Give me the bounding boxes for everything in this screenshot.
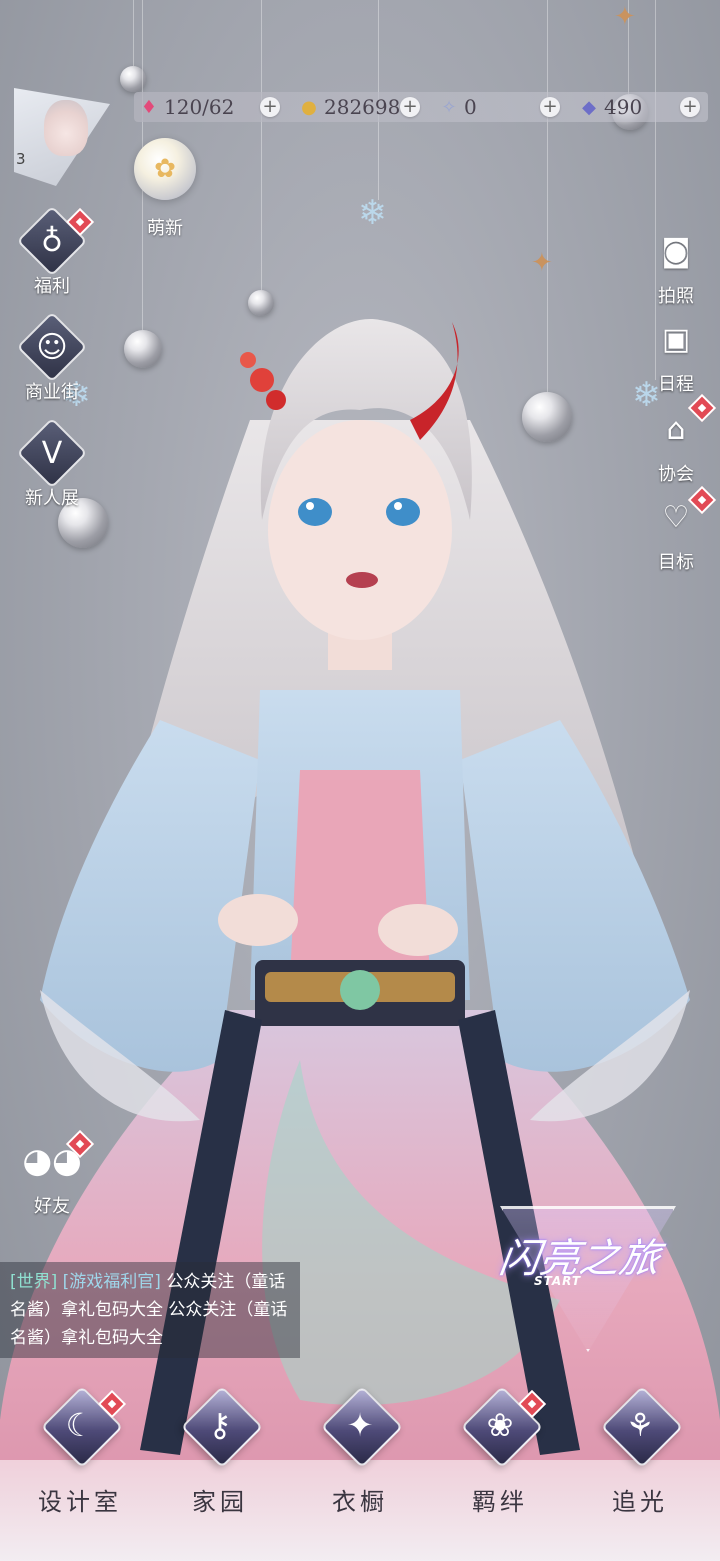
sidebar-item-label: 商业街 (25, 382, 79, 403)
sidebar-item-mubiao[interactable]: ♡ 目标 (636, 485, 717, 574)
sidebar-item-paizhao[interactable]: ◙ 拍照 (636, 222, 716, 308)
shopping-bag-icon: ☺ (23, 318, 81, 376)
nav-item-yichu[interactable]: ✦ 衣橱 (300, 1388, 420, 1517)
chat-channel: [世界] (10, 1272, 58, 1292)
gold-resource: ● 282698 (298, 92, 400, 122)
stamina-value: 120/62 (164, 95, 235, 119)
crystal-value: 0 (464, 95, 477, 119)
stamina-resource: ♦ 120/62 (138, 92, 234, 122)
butterfly-orb-icon: ✿ (134, 138, 196, 200)
add-stamina-button[interactable]: + (260, 97, 280, 117)
sidebar-item-richeng[interactable]: ▣ 日程 (636, 310, 716, 396)
add-crystal-button[interactable]: + (540, 97, 560, 117)
calendar-icon: ▣ (661, 321, 691, 357)
friends-label: 好友 (34, 1196, 70, 1217)
player-level: 3 (16, 150, 26, 168)
player-avatar[interactable]: 3 (10, 86, 110, 186)
newbie-label: 萌新 (147, 218, 183, 239)
gold-coin-icon: ● (301, 96, 317, 118)
sidebar-item-fuli[interactable]: ♁ 福利 (12, 207, 95, 298)
friends-button[interactable]: ◕◕ 好友 (12, 1129, 95, 1218)
sidebar-item-label: 协会 (658, 464, 694, 485)
key-icon: ⚷ (183, 1388, 257, 1462)
nav-item-jiayuan[interactable]: ⚷ 家园 (160, 1388, 280, 1517)
nav-item-label: 羁绊 (472, 1488, 528, 1516)
heart-gem-icon: ♦ (140, 96, 158, 118)
shining-journey-button[interactable]: 闪亮之旅 START (490, 1198, 680, 1352)
butterfly-icon: ⚘ (603, 1388, 677, 1462)
sidebar-item-label: 拍照 (658, 286, 694, 307)
nav-item-label: 追光 (612, 1488, 668, 1516)
nav-item-jiban[interactable]: ❀ 羁绊 (440, 1388, 560, 1517)
chat-sender: [游戏福利官] (62, 1272, 161, 1292)
resource-bar: ♦ 120/62 + ● 282698 + ✧ 0 + ◆ 490 + (134, 92, 708, 122)
nav-item-label: 设计室 (38, 1488, 122, 1516)
nav-item-label: 家园 (192, 1488, 248, 1516)
gem-wardrobe-icon: ✦ (323, 1388, 397, 1462)
sidebar-item-label: 目标 (658, 552, 694, 573)
nav-item-shejishi[interactable]: ☾ 设计室 (20, 1388, 140, 1517)
avatar-portrait (44, 100, 88, 156)
sidebar-item-label: 新人展 (25, 488, 79, 509)
diamond-value: 490 (604, 95, 643, 119)
gold-value: 282698 (324, 95, 401, 119)
trophy-v-icon: V (23, 424, 81, 482)
sidebar-item-shangyejie[interactable]: ☺ 商业街 (12, 318, 92, 404)
nav-item-zhuiguang[interactable]: ⚘ 追光 (580, 1388, 700, 1517)
crystal-resource: ✧ 0 (438, 92, 477, 122)
diamond-icon: ◆ (582, 96, 596, 118)
nav-item-label: 衣橱 (332, 1488, 388, 1516)
sidebar-item-label: 日程 (658, 374, 694, 395)
sidebar-item-xiehui[interactable]: ⌂ 协会 (636, 393, 717, 486)
camera-icon: ◙ (661, 233, 691, 269)
sidebar-item-label: 福利 (34, 276, 70, 297)
add-gold-button[interactable]: + (400, 97, 420, 117)
world-chat-box[interactable]: [世界] [游戏福利官] 公众关注（童话名酱）拿礼包码大全 公众关注（童话名酱）… (0, 1262, 300, 1358)
sidebar-item-xinrenzhan[interactable]: V 新人展 (12, 424, 92, 510)
journey-start: START (534, 1274, 582, 1288)
newbie-button[interactable]: ✿ 萌新 (130, 138, 200, 239)
add-diamond-button[interactable]: + (680, 97, 700, 117)
diamond-resource: ◆ 490 (578, 92, 642, 122)
crystal-icon: ✧ (441, 96, 457, 118)
